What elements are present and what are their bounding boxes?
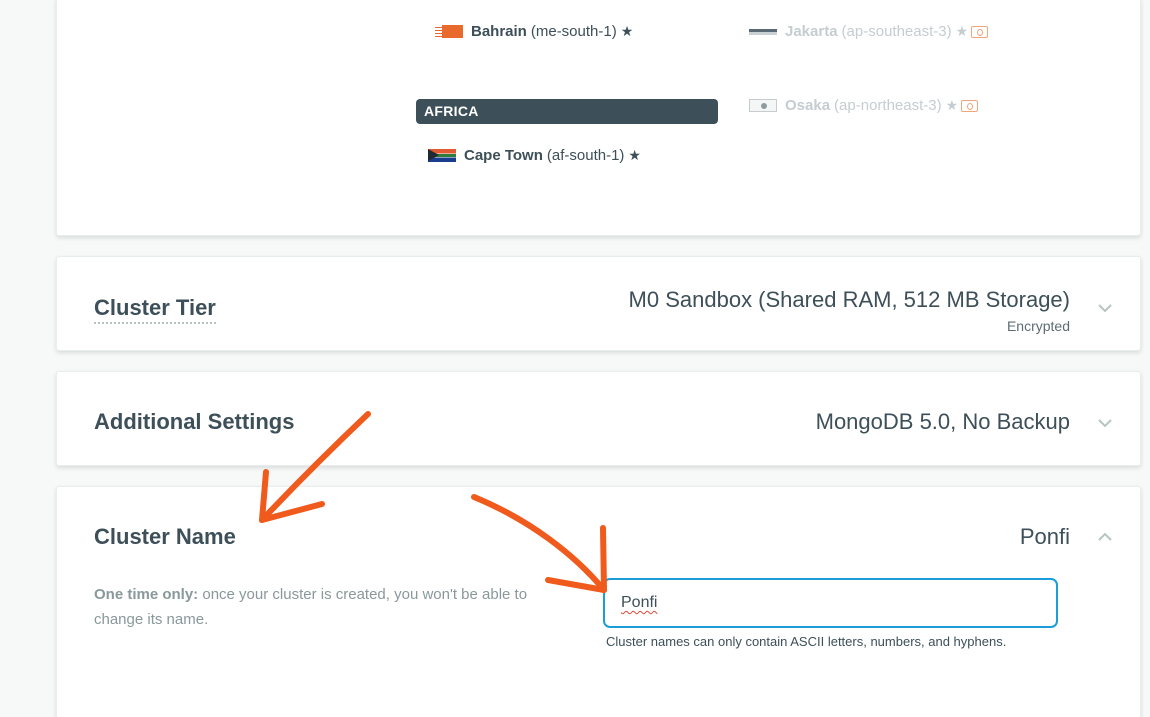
gift-icon [971, 25, 989, 38]
cluster-tier-section[interactable]: Cluster Tier M0 Sandbox (Shared RAM, 512… [56, 256, 1141, 351]
cluster-name-input-value: Ponfi [621, 594, 658, 611]
region-bahrain[interactable]: Bahrain (me-south-1) ★ [435, 23, 633, 40]
cluster-name-title: Cluster Name [94, 524, 236, 549]
cluster-tier-value: M0 Sandbox (Shared RAM, 512 MB Storage) [628, 287, 1070, 312]
cluster-tier-encrypted: Encrypted [1006, 318, 1070, 334]
japan-flag-icon [749, 99, 777, 112]
chevron-up-icon[interactable] [1096, 528, 1114, 546]
cluster-name-description: One time only: once your cluster is crea… [94, 582, 534, 632]
region-osaka: Osaka (ap-northeast-3) ★ [749, 97, 979, 114]
chevron-down-icon[interactable] [1096, 299, 1114, 317]
cluster-name-value: Ponfi [1019, 524, 1070, 549]
indonesia-flag-icon [749, 28, 777, 35]
additional-settings-value: MongoDB 5.0, No Backup [815, 409, 1070, 434]
cluster-name-input[interactable]: Ponfi [603, 578, 1058, 628]
south-africa-flag-icon [428, 149, 456, 162]
star-icon: ★ [620, 23, 634, 39]
gift-icon [961, 99, 979, 112]
cluster-tier-title: Cluster Tier [94, 295, 216, 324]
additional-settings-title: Additional Settings [94, 409, 295, 434]
region-name: Cape Town [464, 147, 543, 164]
region-code: (af-south-1) [546, 147, 625, 164]
cluster-name-section: Cluster Name Ponfi One time only: once y… [56, 486, 1141, 717]
region-name: Bahrain [471, 23, 527, 40]
star-icon: ★ [945, 97, 959, 113]
description-bold: One time only: [94, 586, 199, 603]
additional-settings-section[interactable]: Additional Settings MongoDB 5.0, No Back… [56, 371, 1141, 466]
regions-card: Bahrain (me-south-1) ★ AFRICA Cape Town … [56, 0, 1141, 236]
region-jakarta: Jakarta (ap-southeast-3) ★ [749, 23, 989, 40]
region-name: Jakarta [785, 23, 838, 40]
region-code: (ap-southeast-3) [841, 23, 952, 40]
cluster-name-help-text: Cluster names can only contain ASCII let… [606, 634, 1007, 649]
region-cape-town[interactable]: Cape Town (af-south-1) ★ [428, 147, 641, 164]
region-code: (me-south-1) [530, 23, 617, 40]
bahrain-flag-icon [435, 25, 463, 38]
region-name: Osaka [785, 97, 831, 114]
star-icon: ★ [628, 147, 641, 163]
star-icon: ★ [955, 23, 969, 39]
africa-region-header: AFRICA [416, 99, 718, 124]
region-code: (ap-northeast-3) [834, 97, 942, 114]
chevron-down-icon[interactable] [1096, 414, 1114, 432]
